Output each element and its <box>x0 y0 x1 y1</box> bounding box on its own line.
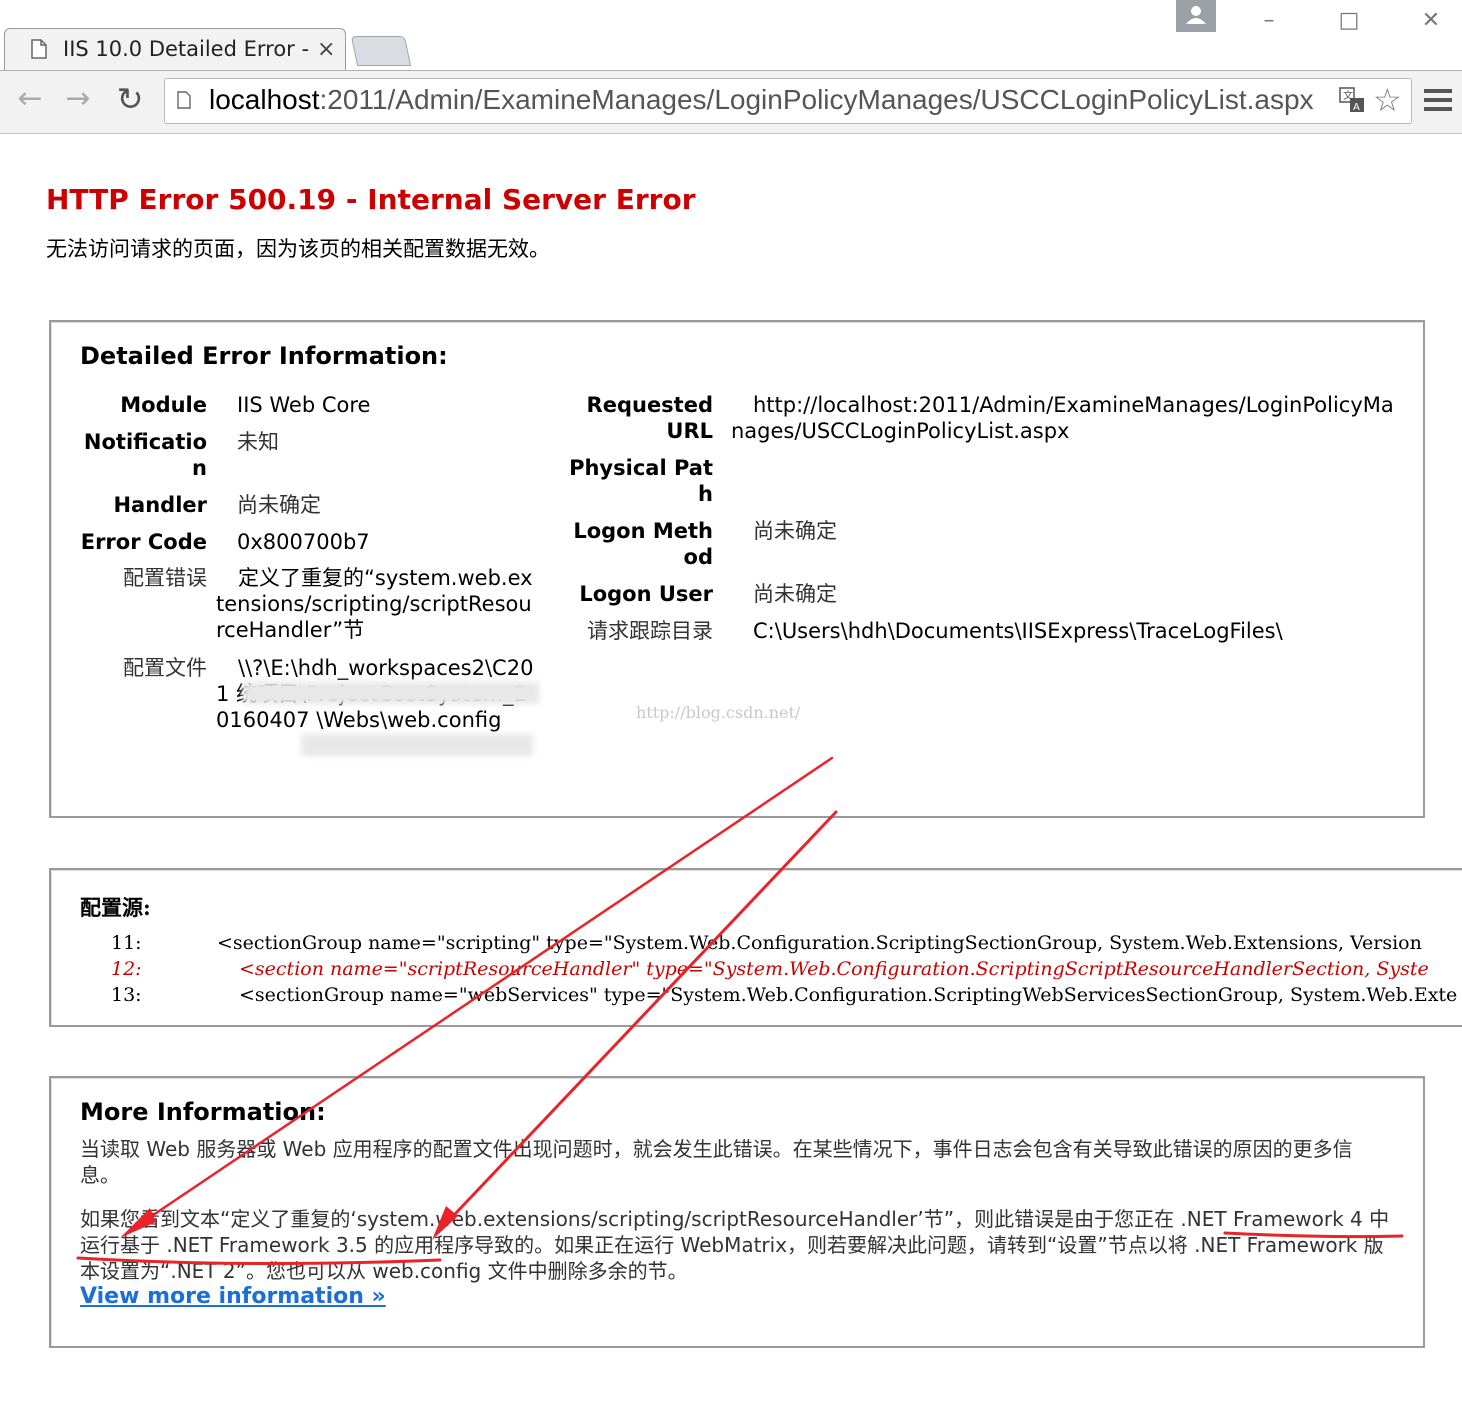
svg-text:文: 文 <box>1343 89 1353 102</box>
minimize-icon[interactable]: – <box>1246 6 1292 36</box>
browser-toolbar: ← → ↻ localhost:2011/Admin/ExamineManage… <box>0 70 1462 134</box>
line-code: <sectionGroup name="webServices" type="S… <box>239 984 1458 1006</box>
error-code-value: 0x800700b7 <box>237 530 370 554</box>
trace-dir-value: C:\Users\hdh\Documents\IISExpress\TraceL… <box>753 619 1283 643</box>
more-info-paragraph-2: 如果您看到文本“定义了重复的‘system.web.extensions/scr… <box>80 1207 1390 1283</box>
page-title: HTTP Error 500.19 - Internal Server Erro… <box>46 183 696 216</box>
line-number: 11: <box>111 932 142 954</box>
logon-user-label: Logon User <box>579 582 713 606</box>
forward-arrow-icon[interactable]: → <box>60 81 96 117</box>
detailed-error-panel: Detailed Error Information: Module IIS W… <box>49 320 1425 818</box>
star-icon[interactable]: ☆ <box>1373 81 1402 119</box>
logon-method-value: 尚未确定 <box>753 519 837 543</box>
svg-text:A: A <box>1353 102 1360 113</box>
page-content: HTTP Error 500.19 - Internal Server Erro… <box>0 133 1462 1405</box>
translate-icon[interactable]: 文 A <box>1339 87 1365 113</box>
line-code: <section name="scriptResourceHandler" ty… <box>239 958 1429 980</box>
config-source-heading: 配置源: <box>80 895 151 920</box>
notification-value: 未知 <box>237 430 279 454</box>
config-source-panel: 配置源: 11: <sectionGroup name="scripting" … <box>49 868 1462 1027</box>
notification-label: Notification <box>83 430 207 480</box>
tab-close-icon[interactable]: × <box>317 37 335 62</box>
tab-strip: IIS 10.0 Detailed Error - × – □ ✕ <box>0 0 1462 71</box>
watermark: http://blog.csdn.net/ <box>636 703 801 722</box>
more-info-paragraph-1: 当读取 Web 服务器或 Web 应用程序的配置文件出现问题时，就会发生此错误。… <box>80 1137 1353 1187</box>
handler-value: 尚未确定 <box>237 493 321 517</box>
error-description: 无法访问请求的页面，因为该页的相关配置数据无效。 <box>46 237 550 261</box>
redacted-area <box>301 734 533 756</box>
page-icon <box>177 91 191 109</box>
close-icon[interactable]: ✕ <box>1408 6 1454 36</box>
logon-user-value: 尚未确定 <box>753 582 837 606</box>
requested-url-label: Requested URL <box>586 393 713 443</box>
profile-icon[interactable] <box>1176 0 1216 32</box>
requested-url-value: http://localhost:2011/Admin/ExamineManag… <box>731 393 1394 443</box>
detailed-error-heading: Detailed Error Information: <box>80 342 448 370</box>
new-tab-button[interactable] <box>350 36 412 66</box>
menu-icon[interactable] <box>1424 89 1452 113</box>
url-host: localhost <box>209 84 320 115</box>
logon-method-label: Logon Method <box>573 519 713 569</box>
handler-label: Handler <box>113 493 207 517</box>
line-number: 12: <box>111 958 142 980</box>
url-path: :2011/Admin/ExamineManages/LoginPolicyMa… <box>319 84 1314 115</box>
config-error-label: 配置错误 <box>123 566 207 590</box>
line-number: 13: <box>111 984 142 1006</box>
url-text[interactable]: localhost:2011/Admin/ExamineManages/Logi… <box>209 84 1339 116</box>
view-more-information-link[interactable]: View more information » <box>80 1284 386 1309</box>
more-info-panel: More Information: 当读取 Web 服务器或 Web 应用程序的… <box>49 1076 1425 1348</box>
more-info-heading: More Information: <box>80 1098 326 1126</box>
tab-title: IIS 10.0 Detailed Error - <box>63 37 310 61</box>
page-icon <box>31 39 47 59</box>
module-value: IIS Web Core <box>237 393 371 417</box>
redacted-area <box>243 682 539 704</box>
line-code: <sectionGroup name="scripting" type="Sys… <box>217 932 1422 954</box>
trace-dir-label: 请求跟踪目录 <box>587 619 713 643</box>
config-error-value: 定义了重复的“system.web.extensions/scripting/s… <box>216 566 533 642</box>
physical-path-label: Physical Path <box>569 456 713 506</box>
maximize-icon[interactable]: □ <box>1326 6 1372 36</box>
config-file-label: 配置文件 <box>123 656 207 680</box>
back-arrow-icon[interactable]: ← <box>12 81 48 117</box>
reload-icon[interactable]: ↻ <box>112 81 148 117</box>
error-code-label: Error Code <box>80 530 207 554</box>
address-bar[interactable]: localhost:2011/Admin/ExamineManages/Logi… <box>164 78 1412 124</box>
browser-tab[interactable]: IIS 10.0 Detailed Error - × <box>4 28 346 71</box>
module-label: Module <box>120 393 207 417</box>
